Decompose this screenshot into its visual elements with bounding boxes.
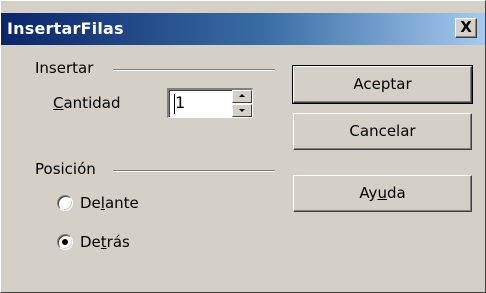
radio-delante-label[interactable]: Delante [80,194,139,212]
close-icon: X [460,18,472,36]
help-label-accel: u [377,184,387,202]
quantity-label-rest: antidad [63,94,121,112]
radio-delante[interactable] [57,195,73,211]
spin-down-button[interactable] [232,104,252,117]
quantity-value[interactable]: 1 [175,93,185,112]
help-label-post: da [386,184,406,202]
cancel-button[interactable]: Cancelar [293,113,472,150]
arrow-down-icon [239,109,245,112]
radio-detras-label[interactable]: Detrás [80,233,130,251]
close-button[interactable]: X [455,18,477,38]
quantity-label-accel: C [53,94,64,112]
delante-label-post: ante [104,194,139,212]
arrow-up-icon [239,94,245,97]
delante-label-pre: De [80,194,101,212]
radio-selected-dot [62,239,68,245]
position-group-label: Posición [35,160,102,178]
spin-buttons [232,90,252,117]
spin-up-button[interactable] [232,90,252,103]
help-label-pre: Ay [359,184,378,202]
position-group-separator [113,170,275,172]
insert-group-separator [113,69,275,71]
detras-label-post: rás [106,233,130,251]
insert-group-label: Insertar [35,59,100,77]
accept-button[interactable]: Aceptar [292,65,473,104]
detras-label-pre: De [80,233,101,251]
insert-rows-dialog: InsertarFilas X Insertar Cantidad 1 Posi… [0,0,486,293]
quantity-label: Cantidad [53,94,120,112]
quantity-spinbox[interactable]: 1 [167,88,253,118]
radio-detras[interactable] [57,234,73,250]
help-button[interactable]: Ayuda [293,175,472,212]
title-bar[interactable]: InsertarFilas X [1,13,485,45]
dialog-title: InsertarFilas [7,19,124,38]
